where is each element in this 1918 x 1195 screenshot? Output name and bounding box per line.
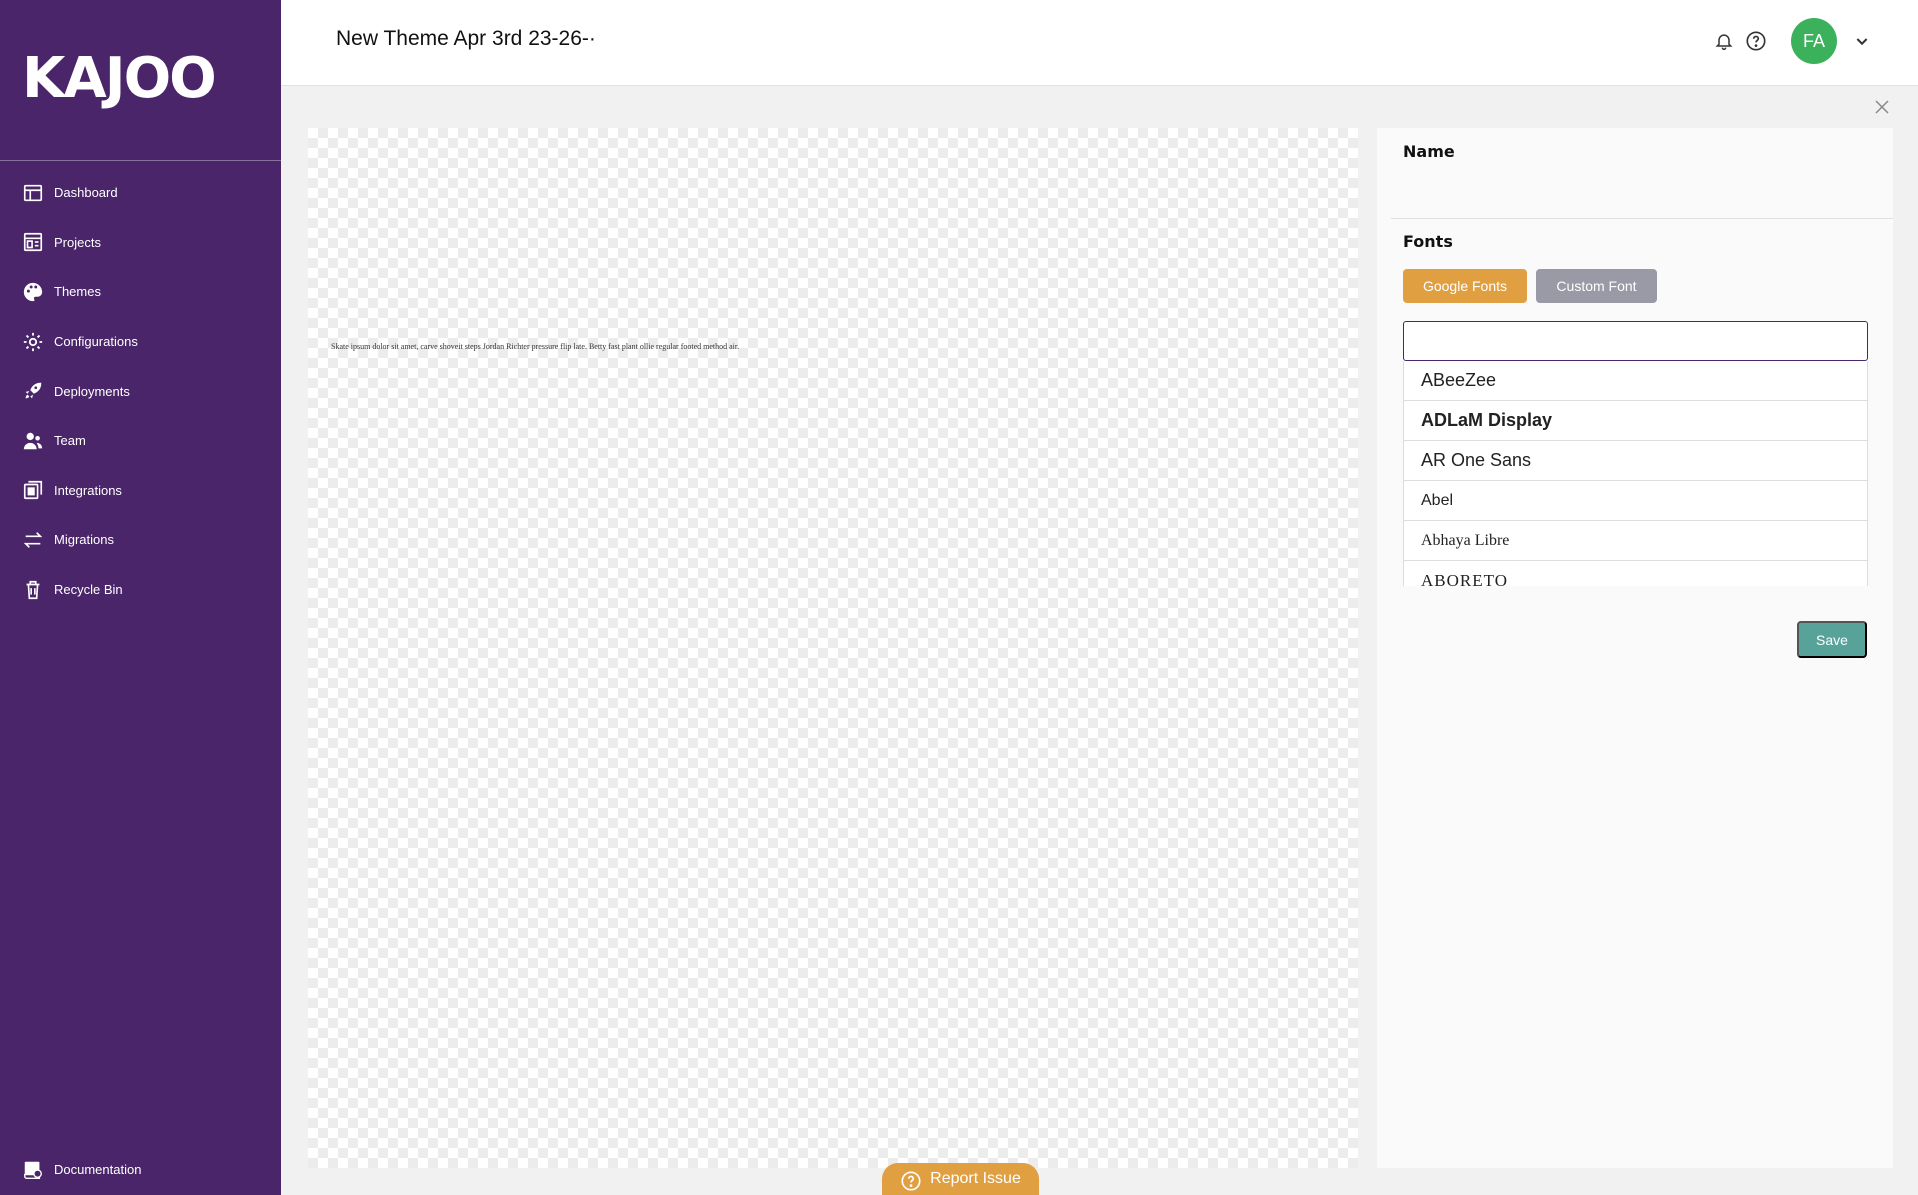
save-button[interactable]: Save bbox=[1797, 621, 1867, 658]
sidebar-item-deployments[interactable]: Deployments bbox=[0, 366, 281, 416]
brand-name: KAJOO bbox=[22, 46, 217, 111]
font-option-aboreto[interactable]: ABORETO bbox=[1404, 561, 1867, 587]
sidebar-item-team[interactable]: Team bbox=[0, 416, 281, 466]
sidebar: KAJOO Dashboard Projects Themes Configur… bbox=[0, 0, 281, 1195]
trash-icon bbox=[26, 580, 40, 599]
integrations-icon bbox=[23, 481, 43, 500]
font-option-ar-one-sans[interactable]: AR One Sans bbox=[1404, 441, 1867, 481]
page-title[interactable]: New Theme Apr 3rd 23-26-· bbox=[336, 27, 596, 51]
font-options-list[interactable]: ABeeZee ADLaM Display AR One Sans Abel A… bbox=[1403, 361, 1868, 586]
font-option-abel[interactable]: Abel bbox=[1404, 481, 1867, 521]
sidebar-item-projects[interactable]: Projects bbox=[0, 218, 281, 268]
custom-font-button[interactable]: Custom Font bbox=[1536, 269, 1657, 303]
font-option-abeezee[interactable]: ABeeZee bbox=[1404, 361, 1867, 401]
fonts-label: Fonts bbox=[1403, 232, 1453, 251]
sidebar-item-label: Themes bbox=[54, 284, 101, 300]
font-search-input[interactable] bbox=[1403, 321, 1868, 361]
sidebar-footer: Documentation bbox=[0, 1145, 281, 1195]
theme-preview-canvas: Skate ipsum dolor sit amet, carve shovei… bbox=[308, 128, 1358, 1168]
help-icon bbox=[901, 1171, 921, 1191]
sidebar-item-label: Configurations bbox=[54, 334, 138, 350]
sidebar-item-documentation[interactable]: Documentation bbox=[0, 1145, 281, 1195]
dashboard-icon bbox=[23, 184, 43, 201]
sidebar-item-configurations[interactable]: Configurations bbox=[0, 317, 281, 367]
chevron-down-icon[interactable] bbox=[1854, 33, 1870, 49]
sidebar-item-migrations[interactable]: Migrations bbox=[0, 515, 281, 565]
brand-logo[interactable]: KAJOO bbox=[22, 46, 217, 111]
palette-icon bbox=[23, 282, 43, 302]
sidebar-item-label: Documentation bbox=[54, 1162, 142, 1178]
bell-icon[interactable] bbox=[1714, 30, 1734, 52]
font-option-adlam-display[interactable]: ADLaM Display bbox=[1404, 401, 1867, 441]
sidebar-divider bbox=[0, 160, 281, 161]
report-issue-label: Report Issue bbox=[930, 1170, 1021, 1187]
close-icon[interactable] bbox=[1873, 98, 1891, 116]
sidebar-item-label: Projects bbox=[54, 234, 101, 250]
sidebar-item-label: Dashboard bbox=[54, 185, 118, 201]
projects-icon bbox=[23, 233, 43, 252]
sidebar-item-themes[interactable]: Themes bbox=[0, 267, 281, 317]
documentation-icon bbox=[24, 1161, 42, 1179]
name-label: Name bbox=[1403, 142, 1455, 161]
gear-icon bbox=[23, 332, 43, 351]
sidebar-item-recycle-bin[interactable]: Recycle Bin bbox=[0, 565, 281, 615]
sidebar-item-label: Recycle Bin bbox=[54, 582, 123, 598]
sidebar-item-dashboard[interactable]: Dashboard bbox=[0, 168, 281, 218]
arrows-exchange-icon bbox=[23, 532, 43, 548]
name-divider bbox=[1391, 218, 1893, 219]
sidebar-item-label: Team bbox=[54, 433, 86, 449]
preview-sample-text: Skate ipsum dolor sit amet, carve shovei… bbox=[331, 342, 740, 351]
team-icon bbox=[23, 432, 43, 450]
help-icon[interactable] bbox=[1745, 30, 1767, 52]
top-header: New Theme Apr 3rd 23-26-· FA bbox=[281, 0, 1918, 86]
google-fonts-button[interactable]: Google Fonts bbox=[1403, 269, 1527, 303]
theme-settings-panel: Name Fonts Google Fonts Custom Font ABee… bbox=[1377, 128, 1893, 1168]
sidebar-item-label: Integrations bbox=[54, 482, 122, 498]
sidebar-item-label: Deployments bbox=[54, 383, 130, 399]
rocket-icon bbox=[25, 382, 42, 399]
sidebar-item-integrations[interactable]: Integrations bbox=[0, 466, 281, 516]
font-option-abhaya-libre[interactable]: Abhaya Libre bbox=[1404, 521, 1867, 561]
avatar[interactable]: FA bbox=[1791, 18, 1837, 64]
sidebar-item-label: Migrations bbox=[54, 532, 114, 548]
report-issue-button[interactable]: Report Issue bbox=[882, 1163, 1039, 1195]
sidebar-nav: Dashboard Projects Themes Configurations… bbox=[0, 168, 281, 614]
